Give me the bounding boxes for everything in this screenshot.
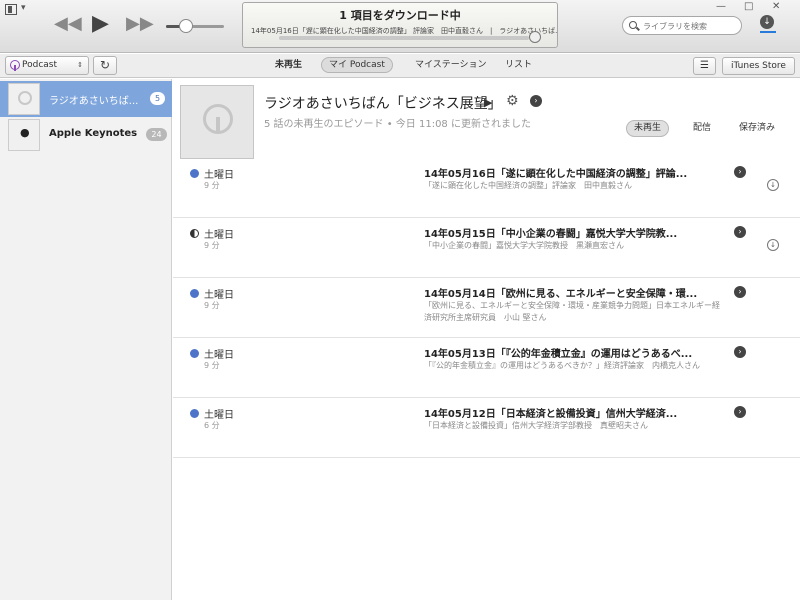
volume-knob[interactable] bbox=[179, 19, 194, 33]
episode-row[interactable]: 土曜日 6 分 14年05月12日「日本経済と設備投資」信州大学経済... 「日… bbox=[173, 398, 800, 458]
episode-date: 土曜日 bbox=[204, 350, 234, 361]
episode-title: 14年05月15日「中小企業の春闘」嘉悦大学大学院教... bbox=[424, 229, 678, 240]
episode-duration: 9 分 bbox=[204, 241, 220, 250]
episode-date: 土曜日 bbox=[204, 230, 234, 241]
unplayed-dot-icon bbox=[190, 289, 199, 298]
chevron-right-icon[interactable]: › bbox=[734, 406, 746, 418]
cancel-download-icon[interactable] bbox=[529, 31, 541, 43]
episode-row[interactable]: 土曜日 9 分 14年05月14日「欧州に見る、エネルギーと安全保障・環... … bbox=[173, 278, 800, 338]
episode-date: 土曜日 bbox=[204, 290, 234, 301]
search-input[interactable] bbox=[643, 19, 738, 33]
chevron-right-icon[interactable]: › bbox=[734, 286, 746, 298]
sidebar-item-radio-asaichiban[interactable]: ラジオあさいちば... 5 bbox=[0, 81, 172, 117]
tab-my-station[interactable]: マイステーション bbox=[408, 57, 494, 73]
sidebar-item-label: Apple Keynotes bbox=[49, 128, 138, 139]
toolbar: Podcast ⇕ ↻ 未再生 マイ Podcast マイステーション リスト … bbox=[0, 54, 800, 78]
episode-duration: 6 分 bbox=[204, 421, 220, 430]
episode-title: 14年05月12日「日本経済と設備投資」信州大学経済... bbox=[424, 409, 678, 420]
media-source-select[interactable]: Podcast ⇕ bbox=[5, 56, 89, 75]
sidebar-item-label: ラジオあさいちば... bbox=[49, 96, 139, 107]
menu-icon[interactable] bbox=[5, 4, 17, 15]
podcast-thumbnail: ● bbox=[8, 119, 40, 151]
episode-description: 「遂に顕在化した中国経済の調整」評論家 田中直毅さん bbox=[424, 181, 632, 190]
tab-my-podcast[interactable]: マイ Podcast bbox=[321, 57, 393, 73]
status-title: 1 項目をダウンロード中 bbox=[339, 9, 461, 22]
unplayed-count-badge: 24 bbox=[146, 128, 167, 141]
next-button[interactable]: ▶▶ bbox=[126, 12, 154, 36]
player-bar: ▾ ◀◀ ▶ ▶▶ 1 項目をダウンロード中 14年05月16日「遅に顕在化した… bbox=[0, 0, 800, 53]
chevron-right-icon[interactable]: › bbox=[734, 346, 746, 358]
episode-row[interactable]: 土曜日 9 分 14年05月16日「遂に顕在化した中国経済の調整」評論... 「… bbox=[173, 158, 800, 218]
maximize-icon[interactable]: □ bbox=[744, 1, 753, 12]
episode-date: 土曜日 bbox=[204, 410, 234, 421]
partially-played-dot-icon bbox=[190, 229, 199, 238]
sidebar: ラジオあさいちば... 5 ● Apple Keynotes 24 bbox=[0, 79, 172, 600]
episode-description: 「日本経済と設備投資」信州大学経済学部教授 真壁昭夫さん bbox=[424, 421, 648, 430]
filter-unplayed[interactable]: 未再生 bbox=[626, 120, 670, 137]
gear-icon[interactable]: ⚙ bbox=[506, 93, 519, 109]
episode-title: 14年05月13日「『公的年金積立金』の運用はどうあるべ... bbox=[424, 349, 693, 360]
downloads-button[interactable]: ↓ bbox=[760, 15, 776, 33]
podcast-info: 5 話の未再生のエピソード • 今日 11:08 に更新されました bbox=[264, 119, 531, 130]
search-box[interactable] bbox=[622, 16, 742, 35]
previous-button[interactable]: ◀◀ bbox=[54, 12, 82, 36]
minimize-icon[interactable]: — bbox=[716, 1, 726, 12]
episode-description: 「中小企業の春闘」嘉悦大学大学院教授 黒瀬直宏さん bbox=[424, 241, 624, 250]
play-button[interactable]: ▶ bbox=[92, 12, 109, 36]
refresh-button[interactable]: ↻ bbox=[93, 56, 117, 75]
episode-row[interactable]: 土曜日 9 分 14年05月13日「『公的年金積立金』の運用はどうあるべ... … bbox=[173, 338, 800, 398]
chevron-right-icon[interactable]: › bbox=[734, 166, 746, 178]
episode-date: 土曜日 bbox=[204, 170, 234, 181]
episode-title: 14年05月14日「欧州に見る、エネルギーと安全保障・環... bbox=[424, 289, 698, 300]
chevron-updown-icon: ⇕ bbox=[77, 61, 83, 69]
tab-unplayed[interactable]: 未再生 bbox=[268, 57, 309, 73]
episode-duration: 9 分 bbox=[204, 301, 220, 310]
itunes-store-button[interactable]: iTunes Store bbox=[722, 57, 795, 75]
close-icon[interactable]: ✕ bbox=[772, 1, 780, 12]
media-source-label: Podcast bbox=[22, 60, 58, 70]
apple-logo-icon: ● bbox=[20, 126, 30, 139]
download-icon[interactable]: ↓ bbox=[767, 239, 779, 251]
status-display: 1 項目をダウンロード中 14年05月16日「遅に顕在化した中国経済の調整」 評… bbox=[242, 2, 558, 48]
download-indicator bbox=[760, 31, 776, 33]
podcast-cover-art bbox=[180, 85, 254, 159]
sidebar-item-apple-keynotes[interactable]: ● Apple Keynotes 24 bbox=[0, 117, 172, 153]
episode-description: 「欧州に見る、エネルギーと安全保障・環境・産業競争力問題」日本エネルギー経済研究… bbox=[424, 301, 720, 322]
chevron-right-icon[interactable]: › bbox=[734, 226, 746, 238]
podcast-icon bbox=[18, 91, 32, 105]
volume-slider[interactable] bbox=[166, 19, 224, 33]
episode-duration: 9 分 bbox=[204, 181, 220, 190]
play-icon[interactable]: ▶ bbox=[484, 96, 492, 109]
status-subtitle: 14年05月16日「遅に顕在化した中国経済の調整」 評論家 田中直毅さん | ラ… bbox=[251, 27, 557, 35]
filter-saved[interactable]: 保存済み bbox=[732, 120, 782, 137]
tab-list[interactable]: リスト bbox=[498, 57, 539, 73]
download-progress-bar bbox=[279, 36, 529, 40]
list-view-button[interactable]: ☰ bbox=[693, 57, 716, 75]
podcast-title: ラジオあさいちばん「ビジネス展望」 bbox=[264, 96, 502, 112]
filter-feed[interactable]: 配信 bbox=[686, 120, 718, 137]
unplayed-count-badge: 5 bbox=[150, 92, 165, 105]
menu-caret-icon[interactable]: ▾ bbox=[21, 3, 26, 13]
episode-description: 「『公的年金積立金』の運用はどうあるべきか？」経済評論家 内橋克人さん bbox=[424, 361, 700, 370]
podcast-detail: ラジオあさいちばん「ビジネス展望」 ▶ ⚙ › 5 話の未再生のエピソード • … bbox=[173, 79, 800, 600]
podcast-icon bbox=[10, 60, 20, 71]
more-info-icon[interactable]: › bbox=[530, 95, 542, 107]
unplayed-dot-icon bbox=[190, 169, 199, 178]
unplayed-dot-icon bbox=[190, 409, 199, 418]
podcast-icon bbox=[203, 104, 233, 134]
download-icon: ↓ bbox=[760, 15, 774, 29]
search-icon bbox=[629, 21, 637, 29]
episode-title: 14年05月16日「遂に顕在化した中国経済の調整」評論... bbox=[424, 169, 688, 180]
podcast-thumbnail bbox=[8, 83, 40, 115]
download-icon[interactable]: ↓ bbox=[767, 179, 779, 191]
episode-duration: 9 分 bbox=[204, 361, 220, 370]
unplayed-dot-icon bbox=[190, 349, 199, 358]
episode-row[interactable]: 土曜日 9 分 14年05月15日「中小企業の春闘」嘉悦大学大学院教... 「中… bbox=[173, 218, 800, 278]
